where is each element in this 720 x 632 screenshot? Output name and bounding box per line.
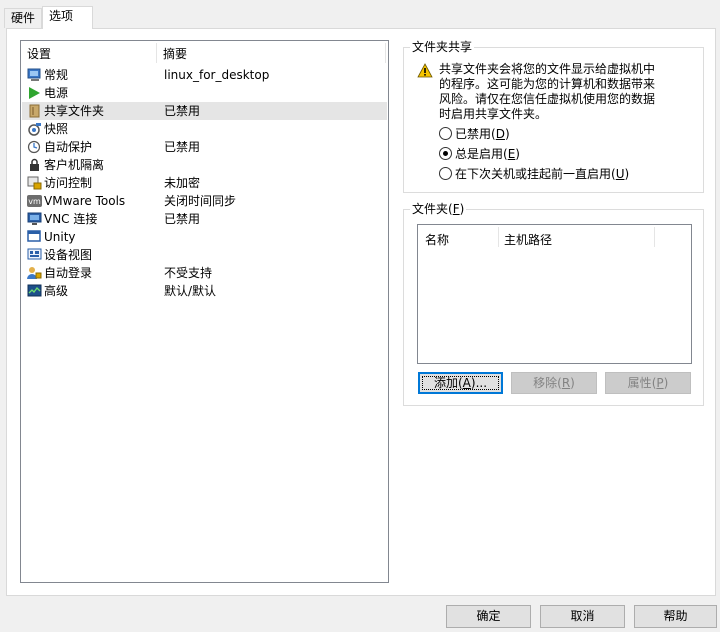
settings-row-label: 常规 — [44, 68, 69, 82]
folders-list-header: 名称 主机路径 — [418, 225, 691, 249]
accelerator-key: E — [507, 147, 516, 161]
settings-row-general[interactable]: 常规 linux_for_desktop — [22, 66, 387, 84]
access-control-icon — [27, 176, 42, 190]
options-panel: 设置 摘要 常规 linux_for_desktop 电源 共享文件夹 已禁用 … — [6, 28, 716, 596]
power-play-icon — [27, 86, 42, 100]
autologin-icon — [27, 266, 42, 280]
folders-list[interactable]: 名称 主机路径 — [417, 224, 692, 364]
settings-row-shared-folders[interactable]: 共享文件夹 已禁用 — [22, 102, 387, 120]
focus-rect — [422, 376, 499, 390]
add-button[interactable]: 添加(A)... — [418, 372, 503, 394]
radio-disabled[interactable]: 已禁用(D) — [439, 126, 510, 142]
radio-until-poweroff[interactable]: 在下次关机或挂起前一直启用(U) — [439, 166, 629, 182]
settings-row-label: VNC 连接 — [44, 212, 98, 226]
column-separator[interactable] — [498, 227, 499, 247]
warning-icon — [417, 63, 433, 78]
accelerator-key: U — [615, 167, 625, 181]
settings-row-summary: 未加密 — [164, 176, 201, 190]
folder-sharing-group: 文件夹共享 共享文件夹会将您的文件显示给虚拟机中的程序。这可能为您的计算机和数据… — [403, 39, 704, 193]
column-separator[interactable] — [385, 43, 386, 63]
device-view-icon — [27, 248, 42, 262]
settings-list-header: 设置 摘要 — [21, 41, 388, 63]
accelerator-key: D — [495, 127, 505, 141]
folder-sharing-title: 文件夹共享 — [410, 39, 475, 55]
folders-group: 文件夹(F) 名称 主机路径 添加(A)... 移除(R) 属性(P) — [403, 201, 704, 406]
column-header-host-path[interactable]: 主机路径 — [504, 231, 552, 248]
settings-row-label: 快照 — [44, 122, 69, 136]
snapshot-icon — [27, 122, 42, 136]
settings-row-advanced[interactable]: 高级 默认/默认 — [22, 282, 387, 300]
settings-row-label: 电源 — [44, 86, 69, 100]
settings-row-device-view[interactable]: 设备视图 — [22, 246, 387, 264]
general-icon — [27, 68, 42, 82]
column-header-summary[interactable]: 摘要 — [157, 41, 187, 63]
settings-row-summary: 默认/默认 — [164, 284, 217, 298]
settings-row-summary: 已禁用 — [164, 212, 201, 226]
advanced-icon — [27, 284, 42, 298]
cancel-button[interactable]: 取消 — [540, 605, 625, 628]
settings-row-autologin[interactable]: 自动登录 不受支持 — [22, 264, 387, 282]
radio-always-enabled[interactable]: 总是启用(E) — [439, 146, 520, 162]
ok-button[interactable]: 确定 — [446, 605, 531, 628]
radio-label: 总是启用 — [455, 147, 504, 161]
radio-label: 已禁用 — [455, 127, 492, 141]
settings-row-access-control[interactable]: 访问控制 未加密 — [22, 174, 387, 192]
settings-row-summary: 不受支持 — [164, 266, 213, 280]
settings-row-label: Unity — [44, 230, 76, 244]
accelerator-key: R — [561, 376, 571, 390]
settings-row-summary: 已禁用 — [164, 104, 201, 118]
settings-row-label: VMware Tools — [44, 194, 126, 208]
settings-row-label: 客户机隔离 — [44, 158, 105, 172]
settings-row-summary: 关闭时间同步 — [164, 194, 237, 208]
column-header-name[interactable]: 名称 — [425, 231, 449, 248]
svg-text:vm: vm — [28, 197, 41, 206]
settings-list[interactable]: 设置 摘要 常规 linux_for_desktop 电源 共享文件夹 已禁用 … — [20, 40, 389, 583]
folders-title: 文件夹(F) — [410, 201, 467, 217]
radio-button[interactable] — [439, 167, 452, 180]
column-separator[interactable] — [654, 227, 655, 247]
properties-button[interactable]: 属性(P) — [605, 372, 691, 394]
settings-row-snapshot[interactable]: 快照 — [22, 120, 387, 138]
radio-button[interactable] — [439, 127, 452, 140]
settings-row-label: 设备视图 — [44, 248, 93, 262]
settings-row-power[interactable]: 电源 — [22, 84, 387, 102]
unity-icon — [27, 230, 42, 244]
settings-row-label: 高级 — [44, 284, 69, 298]
tab-options[interactable]: 选项 — [42, 6, 93, 29]
settings-row-label: 自动登录 — [44, 266, 93, 280]
properties-button-label: 属性 — [627, 376, 652, 390]
settings-row-vmware-tools[interactable]: vm VMware Tools 关闭时间同步 — [22, 192, 387, 210]
settings-row-vnc[interactable]: VNC 连接 已禁用 — [22, 210, 387, 228]
tab-hardware[interactable]: 硬件 — [4, 8, 42, 28]
remove-button-label: 移除 — [533, 376, 558, 390]
settings-row-unity[interactable]: Unity — [22, 228, 387, 246]
settings-row-label: 共享文件夹 — [44, 104, 105, 118]
autoprotect-icon — [27, 140, 42, 154]
radio-button-checked[interactable] — [439, 147, 452, 160]
settings-row-label: 访问控制 — [44, 176, 93, 190]
remove-button[interactable]: 移除(R) — [511, 372, 597, 394]
settings-row-summary: 已禁用 — [164, 140, 201, 154]
help-button[interactable]: 帮助 — [634, 605, 717, 628]
accelerator-key: P — [656, 376, 664, 390]
radio-label: 在下次关机或挂起前一直启用 — [455, 167, 612, 181]
vmware-tools-icon: vm — [27, 194, 42, 208]
settings-row-isolation[interactable]: 客户机隔离 — [22, 156, 387, 174]
vnc-icon — [27, 212, 42, 226]
isolation-lock-icon — [27, 158, 42, 172]
settings-row-autoprotect[interactable]: 自动保护 已禁用 — [22, 138, 387, 156]
shared-folder-icon — [27, 104, 42, 118]
settings-row-label: 自动保护 — [44, 140, 93, 154]
column-header-setting[interactable]: 设置 — [21, 41, 51, 63]
sharing-warning-text: 共享文件夹会将您的文件显示给虚拟机中的程序。这可能为您的计算机和数据带来风险。请… — [439, 62, 656, 121]
settings-row-summary: linux_for_desktop — [164, 68, 270, 82]
